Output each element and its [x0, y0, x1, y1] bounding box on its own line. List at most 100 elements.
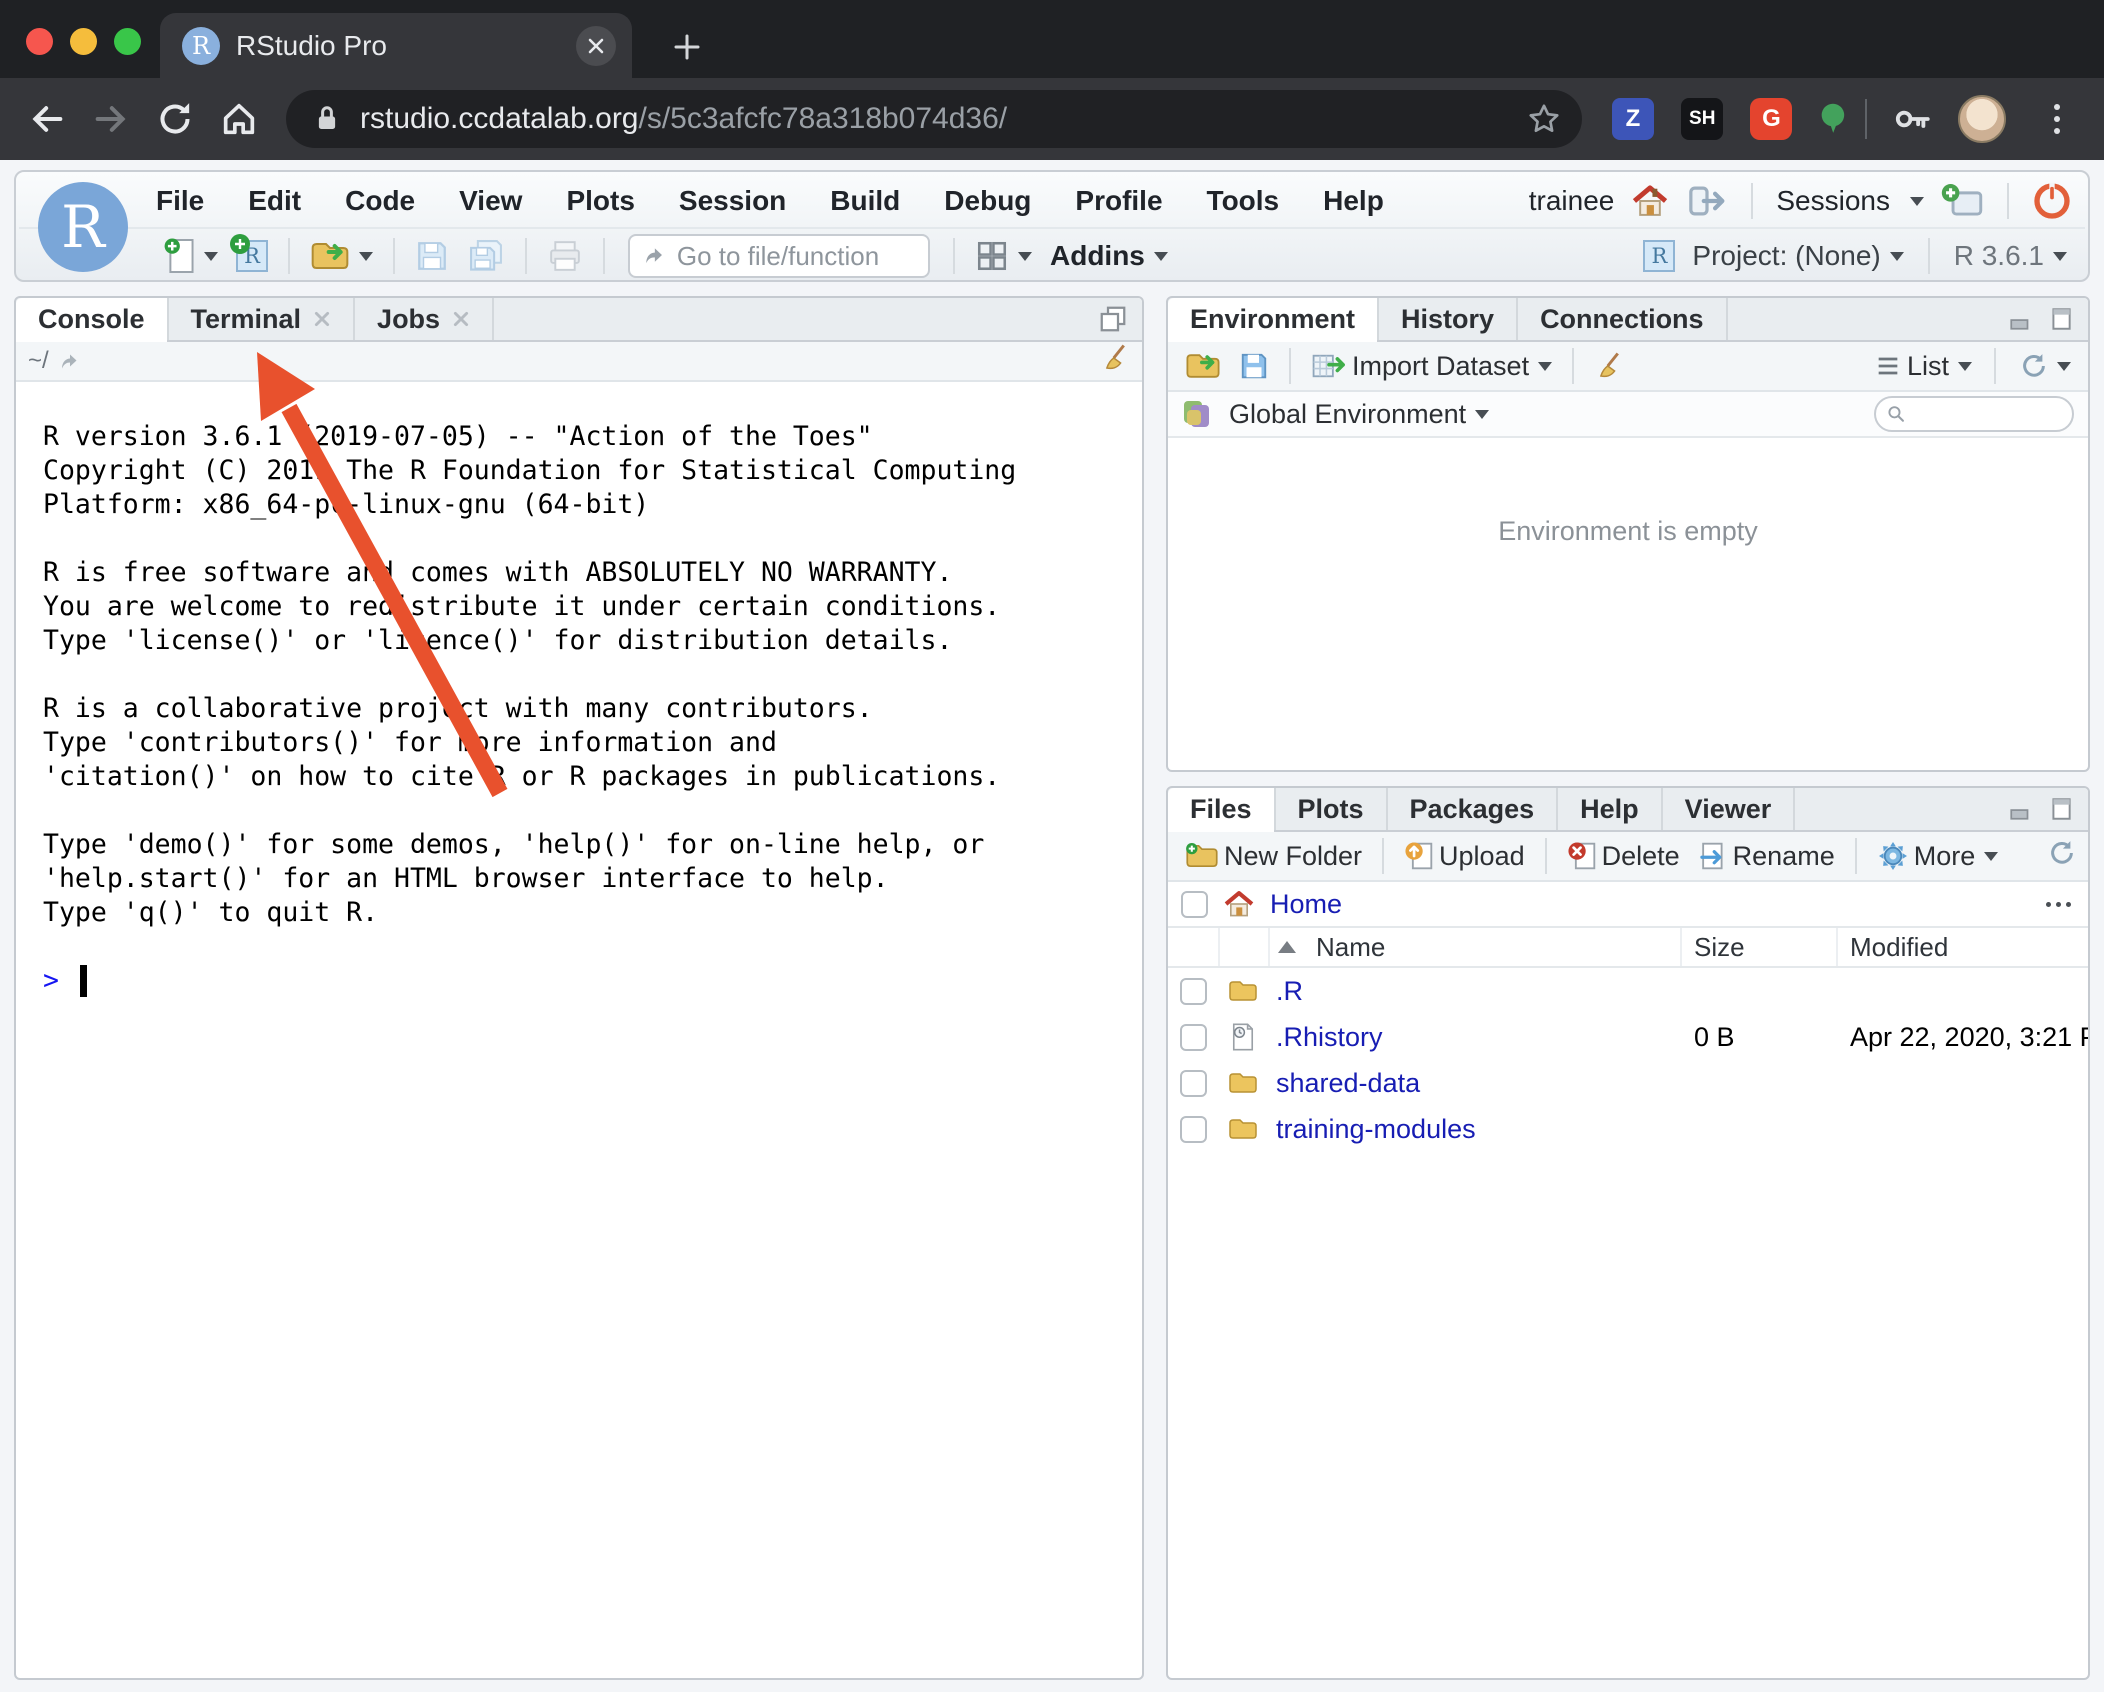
file-name-link[interactable]: training-modules — [1276, 1114, 1476, 1145]
menu-plots[interactable]: Plots — [566, 185, 634, 217]
close-icon[interactable] — [452, 310, 470, 328]
user-home-icon[interactable] — [1630, 183, 1670, 219]
menu-help[interactable]: Help — [1323, 185, 1384, 217]
quit-power-icon[interactable] — [2032, 181, 2072, 221]
menu-code[interactable]: Code — [345, 185, 415, 217]
home-button[interactable] — [210, 90, 268, 148]
console-prompt-line[interactable]: > — [43, 964, 1142, 998]
file-checkbox[interactable] — [1179, 1023, 1207, 1051]
refresh-environment-button[interactable] — [2013, 344, 2076, 388]
file-row[interactable]: shared-data — [1168, 1060, 2088, 1106]
pane-layout-button[interactable] — [970, 234, 1037, 278]
back-button[interactable] — [18, 90, 76, 148]
new-folder-button[interactable]: New Folder — [1180, 834, 1367, 878]
file-row[interactable]: .R — [1168, 968, 2088, 1014]
tab-environment[interactable]: Environment — [1168, 298, 1380, 342]
menu-build[interactable]: Build — [830, 185, 900, 217]
goto-file-search[interactable] — [628, 234, 930, 278]
select-all-checkbox[interactable] — [1181, 890, 1208, 918]
save-button[interactable] — [410, 234, 454, 278]
refresh-files-button[interactable] — [2046, 838, 2076, 875]
file-name-link[interactable]: .R — [1276, 976, 1303, 1007]
restore-pane-icon[interactable] — [1098, 304, 1128, 334]
rename-button[interactable]: Rename — [1693, 834, 1840, 878]
profile-avatar[interactable] — [1958, 95, 2007, 143]
menu-file[interactable]: File — [156, 185, 204, 217]
list-view-button[interactable]: List — [1869, 344, 1977, 388]
reload-button[interactable] — [146, 90, 204, 148]
menu-view[interactable]: View — [459, 185, 522, 217]
tab-history[interactable]: History — [1379, 298, 1519, 340]
column-header-name[interactable]: Name — [1268, 928, 1680, 966]
load-workspace-button[interactable] — [1180, 344, 1226, 388]
maximize-pane-icon[interactable] — [2048, 306, 2074, 332]
tab-terminal[interactable]: Terminal — [169, 298, 356, 340]
sign-out-icon[interactable] — [1686, 182, 1728, 220]
more-button[interactable]: More — [1872, 834, 2004, 878]
upload-button[interactable]: Upload — [1399, 834, 1530, 878]
save-all-button[interactable] — [462, 234, 510, 278]
print-button[interactable] — [542, 234, 588, 278]
column-header-size[interactable]: Size — [1680, 928, 1836, 966]
bookmark-star-icon[interactable] — [1526, 101, 1562, 137]
new-session-icon[interactable] — [1940, 181, 1984, 221]
file-checkbox[interactable] — [1179, 1115, 1207, 1143]
extension-zotero-button[interactable]: Z — [1612, 98, 1654, 140]
menu-edit[interactable]: Edit — [248, 185, 301, 217]
browser-tab[interactable]: R RStudio Pro — [160, 13, 632, 78]
goto-directory-icon[interactable] — [57, 349, 81, 373]
close-window-button[interactable] — [26, 28, 53, 55]
delete-button[interactable]: Delete — [1562, 834, 1685, 878]
menu-tools[interactable]: Tools — [1207, 185, 1280, 217]
close-icon[interactable] — [313, 310, 331, 328]
tab-close-button[interactable] — [576, 25, 616, 66]
tab-jobs[interactable]: Jobs — [355, 298, 495, 340]
addins-button[interactable]: Addins — [1045, 234, 1173, 278]
console-output[interactable]: R version 3.6.1 (2019-07-05) -- "Action … — [16, 382, 1142, 1678]
environment-search[interactable] — [1874, 396, 2074, 432]
clear-console-button[interactable] — [1100, 343, 1130, 380]
new-project-button[interactable]: R — [230, 234, 273, 278]
breadcrumb-home-link[interactable]: Home — [1270, 889, 1342, 920]
menu-debug[interactable]: Debug — [944, 185, 1031, 217]
more-columns-button[interactable] — [2042, 901, 2075, 907]
new-tab-button[interactable] — [662, 22, 712, 72]
file-name-link[interactable]: .Rhistory — [1276, 1022, 1383, 1053]
new-file-button[interactable] — [158, 234, 223, 278]
project-menu[interactable]: Project: (None) — [1687, 234, 1908, 278]
open-file-button[interactable] — [305, 234, 378, 278]
file-row[interactable]: .Rhistory 0 B Apr 22, 2020, 3:21 P — [1168, 1014, 2088, 1060]
minimize-window-button[interactable] — [70, 28, 97, 55]
extension-grammarly-button[interactable]: G — [1750, 98, 1793, 140]
column-header-modified[interactable]: Modified — [1836, 928, 2088, 966]
menu-session[interactable]: Session — [679, 185, 786, 217]
environment-scope-select[interactable]: Global Environment — [1224, 392, 1494, 436]
file-checkbox[interactable] — [1179, 1069, 1207, 1097]
file-row[interactable]: training-modules — [1168, 1106, 2088, 1152]
browser-menu-button[interactable] — [2028, 90, 2086, 148]
r-version-menu[interactable]: R 3.6.1 — [1949, 234, 2072, 278]
forward-button[interactable] — [82, 90, 140, 148]
tab-console[interactable]: Console — [16, 298, 169, 342]
file-name-link[interactable]: shared-data — [1276, 1068, 1420, 1099]
clear-environment-button[interactable] — [1589, 344, 1629, 388]
tab-packages[interactable]: Packages — [1388, 788, 1559, 830]
tab-viewer[interactable]: Viewer — [1663, 788, 1796, 830]
environment-search-input[interactable] — [1912, 399, 2062, 429]
password-manager-button[interactable] — [1883, 90, 1941, 148]
file-checkbox[interactable] — [1179, 977, 1207, 1005]
tab-connections[interactable]: Connections — [1518, 298, 1728, 340]
minimize-pane-icon[interactable] — [2008, 796, 2034, 822]
maximize-window-button[interactable] — [114, 28, 141, 55]
address-bar[interactable]: rstudio.ccdatalab.org/s/5c3afcfc78a318b0… — [286, 90, 1582, 148]
tab-plots[interactable]: Plots — [1276, 788, 1388, 830]
tab-files[interactable]: Files — [1168, 788, 1276, 832]
maximize-pane-icon[interactable] — [2048, 796, 2074, 822]
menu-profile[interactable]: Profile — [1075, 185, 1162, 217]
goto-file-input[interactable] — [674, 239, 916, 273]
extension-sh-button[interactable]: SH — [1681, 98, 1724, 140]
import-dataset-button[interactable]: Import Dataset — [1306, 344, 1557, 388]
minimize-pane-icon[interactable] — [2008, 306, 2034, 332]
extension-balloon-icon[interactable] — [1817, 93, 1849, 145]
save-workspace-button[interactable] — [1234, 344, 1274, 388]
